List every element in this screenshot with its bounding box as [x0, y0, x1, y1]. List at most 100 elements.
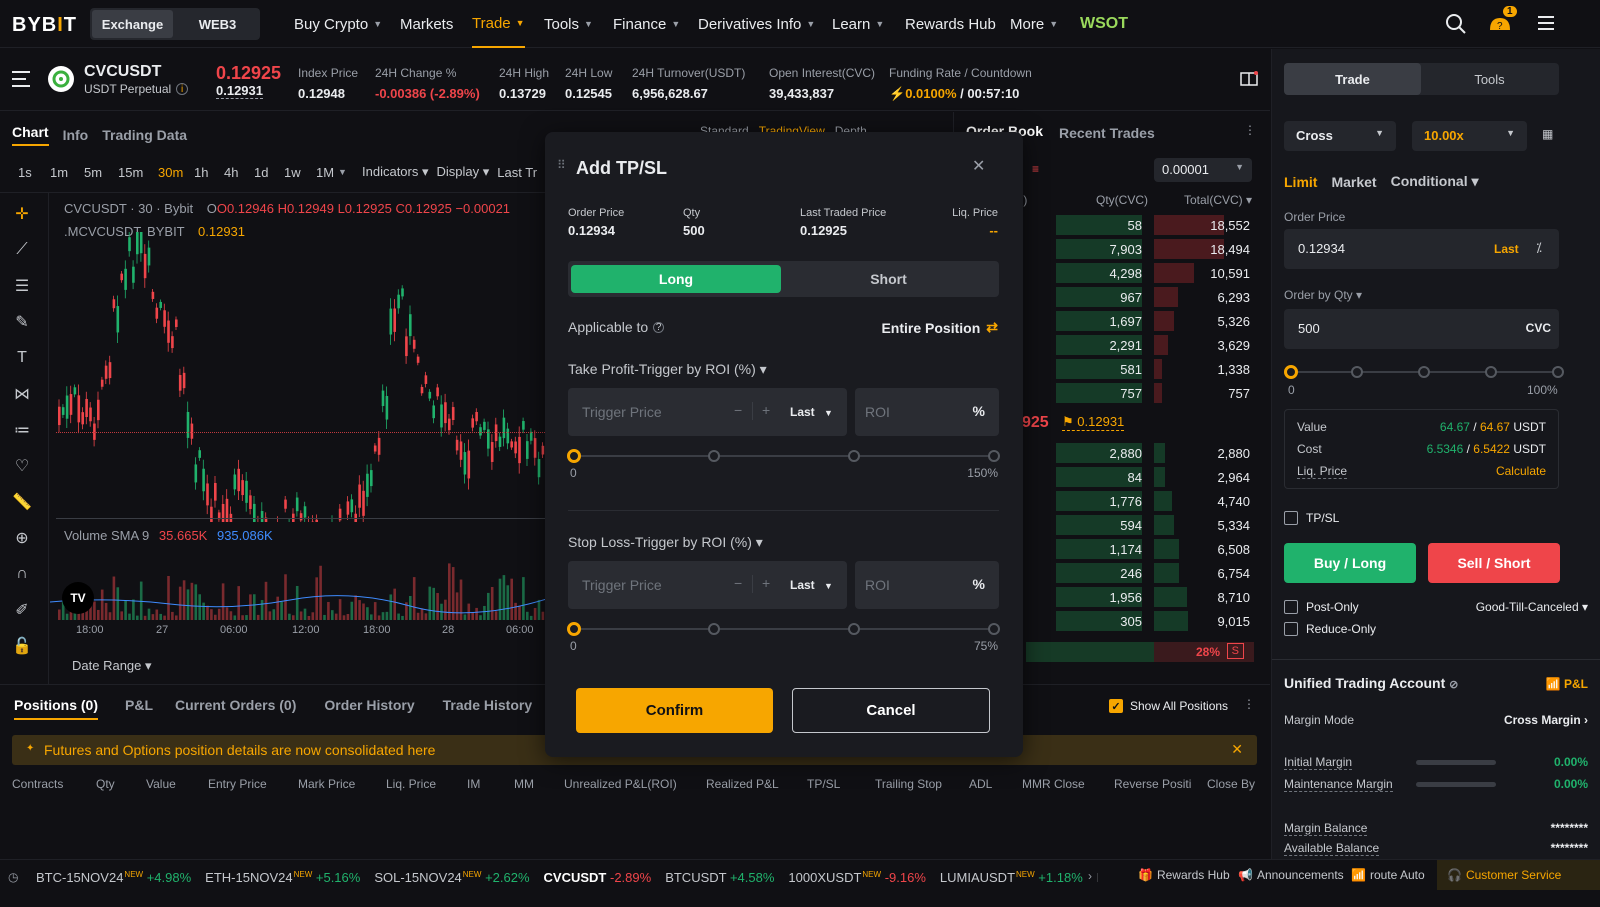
tf-30m[interactable]: 30m — [158, 165, 194, 180]
tab-limit[interactable]: Limit — [1284, 174, 1317, 190]
tf-5m[interactable]: 5m — [84, 165, 118, 180]
last-price-button[interactable]: Last — [1494, 242, 1519, 256]
pencil-lock-icon[interactable]: ✐ — [8, 596, 36, 624]
sl-roi-slider[interactable] — [567, 622, 1000, 636]
eye-hidden-icon[interactable]: ⊘ — [1449, 679, 1458, 691]
slider-knob[interactable] — [567, 622, 581, 636]
ruler-icon[interactable]: 📏 — [8, 488, 36, 516]
clock-icon[interactable]: ◷ — [8, 870, 18, 884]
tp-roi-input[interactable]: ROI % — [855, 388, 999, 436]
pnl-link[interactable]: 📶 P&L — [1546, 677, 1588, 691]
nav-finance[interactable]: Finance ▼ — [613, 0, 680, 48]
ticker-item[interactable]: LUMIAUSDTNEW +1.18% — [940, 870, 1083, 885]
tp-trigger-label[interactable]: Take Profit-Trigger by ROI (%) ▾ — [568, 361, 767, 378]
tab-positions[interactable]: Positions (0) — [14, 697, 99, 720]
sl-trigger-type-select[interactable]: Last ▼ — [790, 578, 833, 592]
close-icon[interactable]: ✕ — [972, 156, 985, 176]
info-icon[interactable]: i — [176, 83, 189, 95]
bybit-logo[interactable]: BYBIT — [12, 14, 77, 37]
long-tab[interactable]: Long — [571, 265, 781, 293]
nav-buy-crypto[interactable]: Buy Crypto ▼ — [294, 0, 382, 48]
ticker-item[interactable]: BTC-15NOV24NEW +4.98% — [36, 870, 191, 885]
ticker-item[interactable]: ETH-15NOV24NEW +5.16% — [205, 870, 360, 885]
order-price-input[interactable]: 0.12934 Last ⁒ — [1284, 229, 1559, 269]
trendline-icon[interactable]: ⟋ — [8, 236, 36, 264]
decrement-icon[interactable]: − — [734, 575, 742, 591]
confirm-button[interactable]: Confirm — [576, 688, 773, 733]
nav-more[interactable]: More ▼ — [1010, 0, 1058, 48]
tp-roi-slider[interactable] — [567, 449, 1000, 463]
buy-long-button[interactable]: Buy / Long — [1284, 543, 1416, 583]
route-link[interactable]: 📶 route Auto — [1351, 868, 1425, 882]
menu-icon[interactable] — [1538, 15, 1554, 34]
sl-roi-input[interactable]: ROI % — [855, 561, 999, 609]
display-menu[interactable]: Display ▾ — [437, 164, 490, 180]
tab-trading-data[interactable]: Trading Data — [102, 127, 187, 143]
tab-current-orders[interactable]: Current Orders (0) — [175, 697, 296, 720]
sl-trigger-price-input[interactable]: Trigger Price − + Last ▼ — [568, 561, 847, 609]
indicators-menu[interactable]: Indicators ▾ — [362, 164, 429, 180]
rewards-hub-link[interactable]: 🎁 Rewards Hub — [1138, 868, 1230, 882]
time-in-force-select[interactable]: Good-Till-Canceled ▾ — [1476, 600, 1588, 614]
announcements-link[interactable]: 📢 Announcements — [1238, 868, 1344, 882]
calculate-link[interactable]: Calculate — [1496, 464, 1546, 478]
slider-knob[interactable] — [1284, 365, 1298, 379]
book-layout-icon[interactable] — [1240, 71, 1258, 90]
banner-link[interactable]: Futures and Options position details are… — [44, 742, 435, 758]
customer-service-button[interactable]: 🎧 Customer Service — [1437, 860, 1600, 890]
slider-knob[interactable] — [567, 449, 581, 463]
decrement-icon[interactable]: − — [734, 402, 742, 418]
margin-mode-select[interactable]: Cross ▼ — [1284, 121, 1396, 151]
tab-trade[interactable]: Trade — [1284, 63, 1421, 95]
tab-recent-trades[interactable]: Recent Trades — [1059, 125, 1155, 141]
tab-order-history[interactable]: Order History — [324, 697, 414, 720]
chevron-down-icon[interactable]: ▼ — [338, 167, 362, 177]
nav-rewards-hub[interactable]: Rewards Hub — [905, 0, 996, 48]
tf-1d[interactable]: 1d — [254, 165, 284, 180]
reduce-only-checkbox[interactable]: Reduce-Only — [1284, 622, 1376, 636]
entire-position-toggle[interactable]: Entire Position ⇄ — [881, 319, 998, 336]
zoom-in-icon[interactable]: ⊕ — [8, 524, 36, 552]
cancel-button[interactable]: Cancel — [792, 688, 990, 733]
calculator-icon[interactable]: ▦ — [1542, 127, 1553, 141]
fib-icon[interactable]: ≔ — [8, 416, 36, 444]
web3-toggle[interactable]: WEB3 — [177, 10, 258, 38]
nav-derivatives-info[interactable]: Derivatives Info ▼ — [698, 0, 815, 48]
more-options-icon[interactable]: ⋮ — [1243, 697, 1255, 711]
leverage-select[interactable]: 10.00x ▼ — [1412, 121, 1527, 151]
tf-1w[interactable]: 1w — [284, 165, 316, 180]
tp-trigger-type-select[interactable]: Last ▼ — [790, 405, 833, 419]
exchange-toggle[interactable]: Exchange — [92, 10, 173, 38]
nav-markets[interactable]: Markets — [400, 0, 453, 48]
short-tab[interactable]: Short — [781, 265, 996, 293]
nav-promo-wsot[interactable]: WSOT — [1080, 0, 1128, 48]
tab-pnl[interactable]: P&L — [125, 697, 153, 720]
ticker-item[interactable]: CVCUSDT -2.89% — [544, 870, 652, 885]
qty-input[interactable]: 500 CVC — [1284, 309, 1559, 349]
help-icon[interactable]: ? — [653, 321, 665, 333]
tpsl-checkbox[interactable]: TP/SL — [1284, 511, 1339, 525]
date-range-button[interactable]: Date Range ▾ — [72, 658, 152, 674]
hamburger-icon[interactable] — [12, 71, 32, 90]
last-traded-menu[interactable]: Last Tr — [497, 165, 537, 180]
tab-tools[interactable]: Tools — [1421, 72, 1558, 87]
magnet-icon[interactable]: ∩ — [8, 560, 36, 588]
margin-mode-link[interactable]: Cross Margin › — [1504, 713, 1588, 727]
show-all-positions-checkbox[interactable]: ✓ Show All Positions — [1109, 699, 1228, 713]
post-only-checkbox[interactable]: Post-Only — [1284, 600, 1359, 614]
tab-market[interactable]: Market — [1331, 174, 1376, 190]
tf-1m[interactable]: 1m — [50, 165, 84, 180]
tf-1M[interactable]: 1M — [316, 165, 338, 180]
tp-trigger-price-input[interactable]: Trigger Price − + Last ▼ — [568, 388, 847, 436]
percent-adjust-icon[interactable]: ⁒ — [1536, 240, 1542, 256]
increment-icon[interactable]: + — [762, 575, 770, 591]
tab-info[interactable]: Info — [63, 127, 89, 143]
crosshair-icon[interactable]: ✛ — [8, 200, 36, 228]
order-by-qty-label[interactable]: Order by Qty ▾ — [1284, 288, 1362, 302]
nav-tools[interactable]: Tools ▼ — [544, 0, 593, 48]
lock-icon[interactable]: 🔓 — [8, 632, 36, 660]
chevron-right-icon[interactable]: › — [1088, 869, 1092, 883]
drag-handle-icon[interactable]: ⠿ — [557, 158, 566, 172]
close-icon[interactable]: ✕ — [1231, 741, 1243, 758]
asks-view-icon[interactable]: ≡ — [1032, 162, 1039, 176]
